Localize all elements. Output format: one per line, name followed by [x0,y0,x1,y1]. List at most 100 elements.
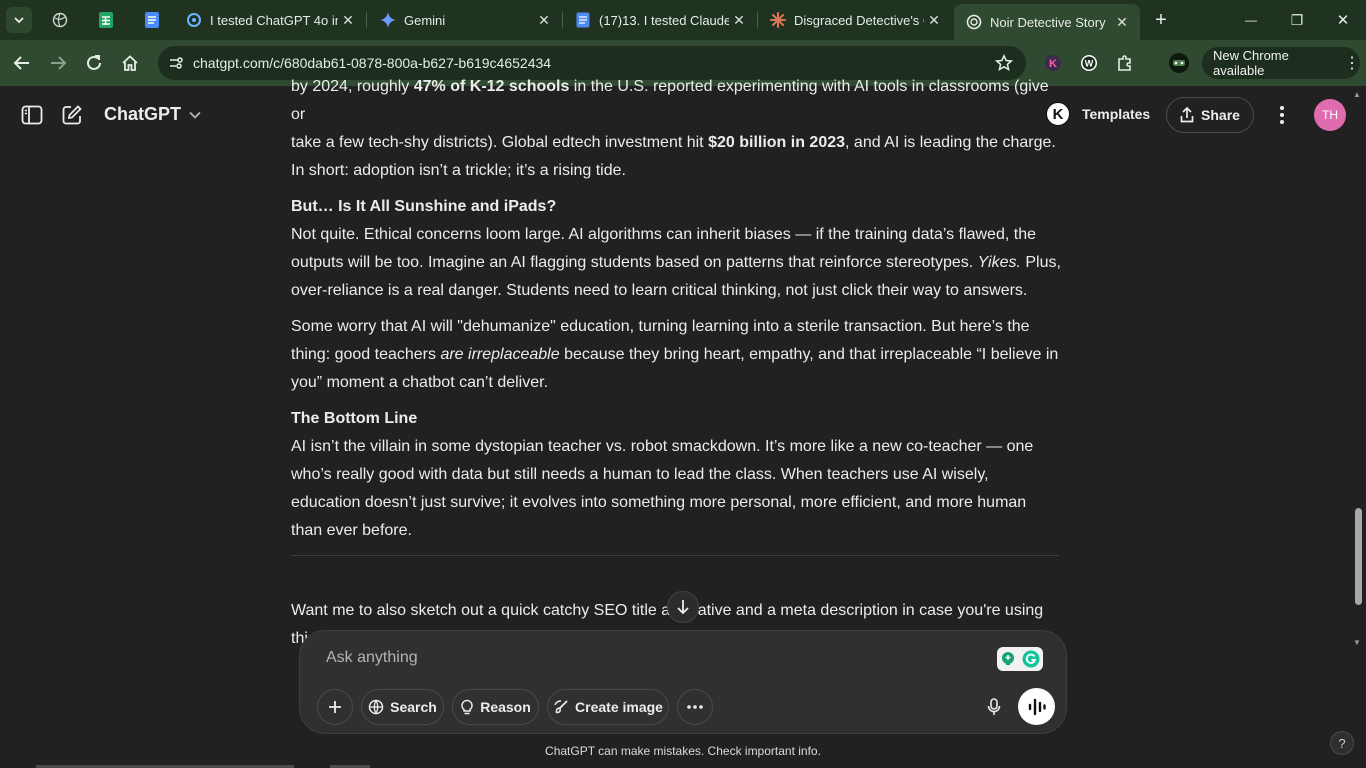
globe-icon [368,699,384,715]
sidebar-toggle-button[interactable] [20,103,44,127]
help-button[interactable]: ? [1330,731,1354,755]
search-button[interactable]: Search [361,689,444,725]
user-avatar[interactable]: TH [1314,99,1346,131]
close-tab-icon[interactable]: ✕ [534,10,554,30]
pinned-tab-sheets[interactable] [94,8,118,32]
globe-icon [52,12,68,28]
plus-icon [329,701,341,713]
tab-gemini[interactable]: Gemini ✕ [368,4,562,36]
close-icon: ✕ [1336,12,1350,29]
tab-chatgpt-test[interactable]: I tested ChatGPT 4o im ✕ [174,4,366,36]
grammarly-badge[interactable] [997,647,1043,671]
window-close-button[interactable]: ✕ [1320,0,1366,40]
arrow-down-icon [677,600,689,615]
bookmark-star-icon[interactable] [994,53,1014,73]
reason-button[interactable]: Reason [452,689,539,725]
chrome-menu-icon: ⋮ [1344,55,1360,72]
model-selector[interactable]: ChatGPT [104,104,201,125]
vertical-dots-icon [1280,106,1284,124]
scroll-down-arrow-icon[interactable]: ▼ [1353,638,1361,647]
tab-search-button[interactable] [6,7,32,33]
assistant-message: by 2024, roughly 47% of K-12 schools in … [291,73,1066,545]
text-span: , and AI is leading the charge. [845,134,1056,151]
message-paragraph: AI isn’t the villain in some dystopian t… [291,438,1034,539]
close-tab-icon[interactable]: ✕ [338,10,358,30]
more-tools-button[interactable] [677,689,713,725]
svg-text:W: W [1085,59,1094,69]
new-chat-button[interactable] [60,103,84,127]
pinned-tab-docs[interactable] [140,8,164,32]
tab-disgraced-detective[interactable]: Disgraced Detective's C ✕ [758,4,952,36]
docs-icon [145,12,159,28]
share-icon [1180,107,1194,123]
scrollbar-thumb[interactable] [1355,508,1362,605]
paintbrush-icon [554,700,568,714]
tab-title: I tested ChatGPT 4o im [210,12,338,28]
close-tab-icon[interactable]: ✕ [924,10,944,30]
italic-text: Yikes. [977,254,1021,271]
k-extension-badge[interactable]: K [1046,102,1070,126]
restore-icon: ❐ [1290,11,1304,28]
chevron-down-icon [189,108,201,122]
claude-icon [770,12,786,28]
text-span: take a few tech-shy districts). Global e… [291,134,709,151]
voice-mode-button[interactable] [1018,688,1055,725]
profile-avatar-icon [1169,53,1189,73]
forward-button[interactable] [46,51,70,75]
arrow-right-icon [51,56,67,70]
tab-claude-doc[interactable]: (17)13. I tested Claude ✕ [563,4,757,36]
horizontal-dots-icon [687,705,703,709]
grammarly-icon [1022,650,1040,668]
home-button[interactable] [118,51,142,75]
text-span: Not quite. Ethical concerns loom large. … [291,226,1036,271]
extension-w[interactable]: W [1077,51,1101,75]
minimize-icon: — [1245,13,1257,27]
maximize-button[interactable]: ❐ [1274,0,1320,40]
create-image-button[interactable]: Create image [547,689,669,725]
reload-icon [87,55,101,70]
new-tab-button[interactable]: + [1150,9,1172,31]
new-chrome-available-button[interactable]: New Chrome available ⋮ [1202,47,1360,79]
templates-button[interactable]: Templates [1082,106,1150,122]
browser-tab-strip: I tested ChatGPT 4o im ✕ Gemini ✕ (17)13… [0,0,1366,40]
attach-button[interactable] [317,689,353,725]
profile-button[interactable] [1167,51,1191,75]
arrow-left-icon [13,56,29,70]
scroll-up-arrow-icon[interactable]: ▲ [1353,90,1361,99]
message-paragraph: by 2024, roughly 47% of K-12 schools in … [291,73,1066,129]
italic-text: are irreplaceable [440,346,560,363]
extension-k[interactable]: K [1041,51,1065,75]
bold-text: $20 billion in 2023 [708,134,846,151]
pinned-tab-globe[interactable] [48,8,72,32]
share-button[interactable]: Share [1166,97,1254,133]
docs-icon [575,12,591,28]
section-heading: The Bottom Line [291,410,418,427]
new-chrome-label: New Chrome available [1213,48,1289,78]
message-paragraph: In short: adoption isn’t a trickle; it’s… [291,162,626,179]
lightbulb-icon [461,699,473,715]
message-divider [291,555,1059,556]
prompt-input[interactable]: Ask anything [326,649,418,667]
chevron-down-icon [14,17,24,24]
minimize-button[interactable]: — [1228,0,1274,40]
text-span: by 2024, roughly [291,78,414,95]
text-span: ative and a meta description in case you… [697,602,1044,619]
reload-button[interactable] [82,51,106,75]
close-tab-icon[interactable]: ✕ [1112,12,1132,32]
close-tab-icon[interactable]: ✕ [729,10,749,30]
tab-noir-detective[interactable]: Noir Detective Story ✕ [954,4,1140,40]
model-name: ChatGPT [104,104,182,124]
scroll-to-bottom-button[interactable] [667,591,699,623]
url-text: chatgpt.com/c/680dab61-0878-800a-b627-b6… [193,55,552,71]
gemini-sparkle-icon [380,12,396,28]
dictate-button[interactable] [978,691,1010,723]
site-info-icon[interactable] [166,53,186,73]
message-paragraph: Not quite. Ethical concerns loom large. … [291,221,1061,305]
tab-title: (17)13. I tested Claude [599,12,729,28]
extensions-button[interactable] [1113,51,1137,75]
message-paragraph: take a few tech-shy districts). Global e… [291,129,1066,157]
message-paragraph: Some worry that AI will "dehumanize" edu… [291,313,1061,397]
more-options-button[interactable] [1270,103,1294,127]
w-extension-icon: W [1081,55,1097,71]
back-button[interactable] [10,51,34,75]
